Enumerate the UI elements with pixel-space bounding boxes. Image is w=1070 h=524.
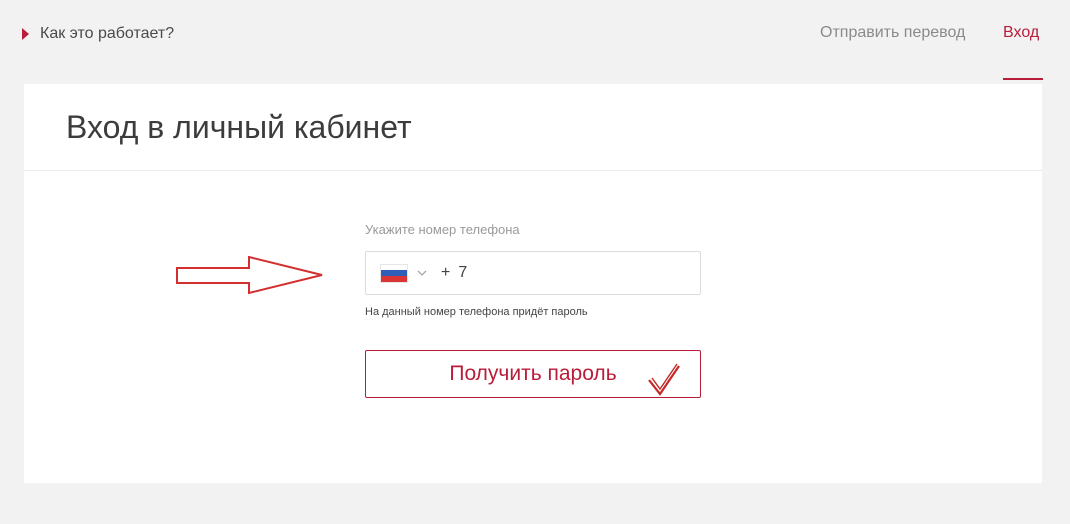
red-check-icon <box>648 363 680 396</box>
page-title: Вход в личный кабинет <box>66 108 412 145</box>
nav-send-transfer[interactable]: Отправить перевод <box>820 24 965 42</box>
how-it-works-label: Как это работает? <box>40 25 175 42</box>
phone-field-label: Укажите номер телефона <box>365 222 520 237</box>
russia-flag-icon[interactable] <box>381 264 407 282</box>
page: Как это работает? Отправить перевод Вход… <box>0 0 1070 524</box>
how-it-works-link[interactable]: Как это работает? <box>22 22 174 46</box>
triangle-right-icon <box>22 28 29 40</box>
phone-input[interactable] <box>458 264 659 282</box>
card-header: Вход в личный кабинет <box>24 84 1042 171</box>
top-bar: Как это работает? Отправить перевод Вход <box>0 0 1070 80</box>
red-outline-arrow-icon <box>176 256 323 295</box>
chevron-down-icon[interactable] <box>417 268 427 278</box>
phone-prefix-plus: + <box>441 264 451 281</box>
phone-hint: На данный номер телефона придёт пароль <box>365 306 588 318</box>
nav-active-underline <box>1003 78 1043 80</box>
nav-login[interactable]: Вход <box>1003 24 1043 42</box>
phone-field[interactable]: + <box>365 251 701 295</box>
get-password-label: Получить пароль <box>449 362 617 385</box>
